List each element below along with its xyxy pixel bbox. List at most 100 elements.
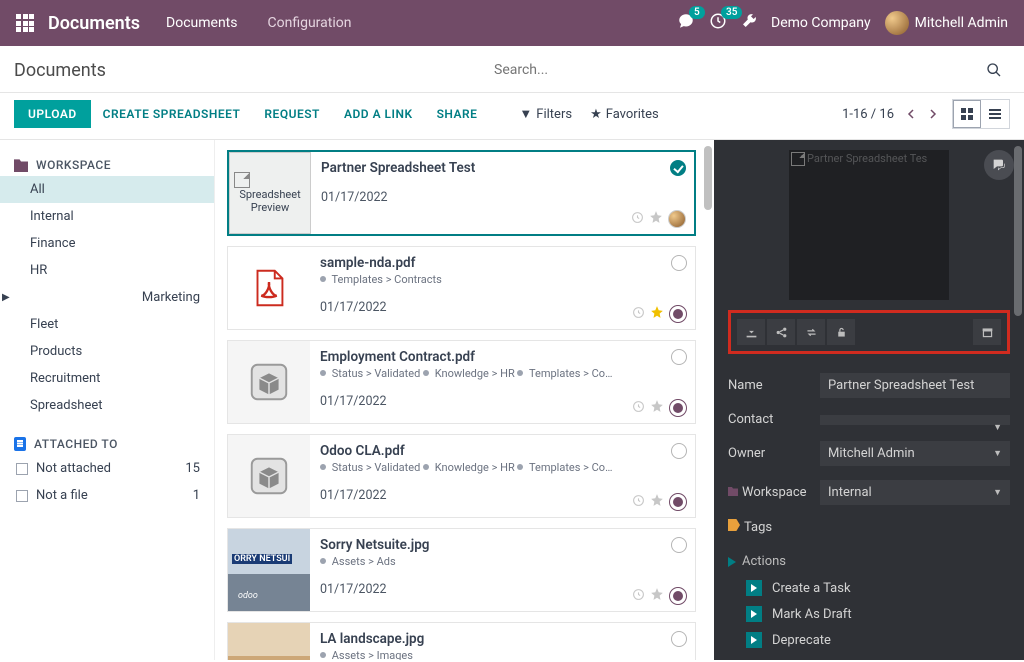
pager: 1-16 / 16 bbox=[842, 107, 938, 122]
checkbox-icon bbox=[16, 463, 28, 475]
sidebar-item-spreadsheet[interactable]: Spreadsheet bbox=[0, 392, 214, 419]
replace-button[interactable] bbox=[797, 319, 825, 345]
select-toggle[interactable] bbox=[671, 443, 687, 459]
search-input[interactable] bbox=[490, 56, 1010, 84]
action-mark-draft[interactable]: Mark As Draft bbox=[728, 601, 1010, 627]
pager-prev[interactable] bbox=[906, 109, 916, 119]
card-date: 01/17/2022 bbox=[320, 582, 615, 597]
document-card[interactable]: odooSorry Netsuite.jpg Assets > Ads01/17… bbox=[227, 528, 696, 612]
share-button[interactable]: SHARE bbox=[425, 100, 490, 128]
document-action-bar bbox=[728, 310, 1010, 354]
document-list: Spreadsheet PreviewPartner Spreadsheet T… bbox=[215, 140, 714, 660]
list-view-button[interactable] bbox=[981, 100, 1009, 128]
card-tags: Status > Validated Knowledge > HR Templa… bbox=[320, 367, 615, 380]
scrollbar[interactable] bbox=[1014, 146, 1022, 316]
select-toggle[interactable] bbox=[671, 631, 687, 647]
share-button[interactable] bbox=[767, 319, 795, 345]
select-toggle[interactable] bbox=[671, 255, 687, 271]
favorite-icon[interactable] bbox=[649, 210, 663, 228]
archive-button[interactable] bbox=[973, 319, 1001, 345]
kanban-view-button[interactable] bbox=[953, 100, 981, 128]
card-date: 01/17/2022 bbox=[320, 394, 615, 409]
add-link-button[interactable]: ADD A LINK bbox=[332, 100, 425, 128]
messages-icon[interactable]: 5 bbox=[677, 12, 695, 34]
page-title: Documents bbox=[14, 60, 106, 81]
select-toggle[interactable] bbox=[671, 349, 687, 365]
debug-icon[interactable] bbox=[741, 13, 757, 33]
card-title: LA landscape.jpg bbox=[320, 631, 615, 647]
sidebar-item-products[interactable]: Products bbox=[0, 338, 214, 365]
document-card[interactable]: sample-nda.pdf Templates > Contracts 01/1… bbox=[227, 246, 696, 330]
sidebar-item-internal[interactable]: Internal bbox=[0, 203, 214, 230]
owner-avatar bbox=[669, 493, 687, 511]
filter-not-a-file[interactable]: Not a file1 bbox=[0, 482, 214, 509]
scrollbar[interactable] bbox=[704, 146, 712, 210]
messages-badge: 5 bbox=[689, 6, 705, 19]
lock-button[interactable] bbox=[827, 319, 855, 345]
detail-panel: Partner Spreadsheet Tes NamePartner Spre… bbox=[714, 140, 1024, 660]
company-name[interactable]: Demo Company bbox=[771, 15, 871, 31]
activity-icon[interactable] bbox=[632, 400, 645, 417]
sidebar-item-recruitment[interactable]: Recruitment bbox=[0, 365, 214, 392]
card-date: 01/17/2022 bbox=[320, 300, 615, 315]
document-preview[interactable]: Partner Spreadsheet Tes bbox=[789, 150, 949, 300]
search-icon[interactable] bbox=[986, 62, 1002, 78]
sidebar-item-fleet[interactable]: Fleet bbox=[0, 311, 214, 338]
owner-field[interactable]: Mitchell Admin bbox=[820, 441, 1010, 466]
contact-label: Contact bbox=[728, 412, 820, 427]
sidebar-item-finance[interactable]: Finance bbox=[0, 230, 214, 257]
document-card[interactable]: Spreadsheet PreviewPartner Spreadsheet T… bbox=[227, 150, 696, 236]
app-brand: Documents bbox=[48, 13, 140, 34]
workspace-heading: WORKSPACE bbox=[0, 154, 214, 176]
download-button[interactable] bbox=[737, 319, 765, 345]
card-tags: Templates > Contracts bbox=[320, 273, 615, 286]
action-create-task[interactable]: Create a Task bbox=[728, 575, 1010, 601]
folder-icon bbox=[14, 158, 28, 172]
nav-documents[interactable]: Documents bbox=[166, 15, 237, 31]
contact-field[interactable] bbox=[820, 415, 1010, 425]
activity-icon[interactable] bbox=[632, 494, 645, 511]
action-deprecate[interactable]: Deprecate bbox=[728, 627, 1010, 653]
name-label: Name bbox=[728, 378, 820, 393]
workspace-label: Workspace bbox=[728, 485, 820, 500]
select-toggle[interactable] bbox=[671, 537, 687, 553]
nav-configuration[interactable]: Configuration bbox=[268, 15, 352, 31]
sidebar-item-marketing[interactable]: ▶Marketing bbox=[0, 284, 214, 311]
workspace-field[interactable]: Internal bbox=[820, 480, 1010, 505]
attached-icon bbox=[14, 437, 26, 451]
favorite-icon[interactable] bbox=[650, 493, 664, 511]
filters-dropdown[interactable]: ▼ Filters bbox=[519, 106, 572, 122]
user-name: Mitchell Admin bbox=[915, 15, 1008, 31]
avatar bbox=[885, 11, 909, 35]
pdf-thumb bbox=[228, 247, 310, 329]
filter-not-attached[interactable]: Not attached15 bbox=[0, 455, 214, 482]
document-card[interactable]: LA landscape.jpg Assets > Images bbox=[227, 622, 696, 660]
card-title: sample-nda.pdf bbox=[320, 255, 615, 271]
chatter-icon[interactable] bbox=[984, 150, 1014, 180]
favorite-icon[interactable] bbox=[650, 305, 664, 323]
activity-icon[interactable] bbox=[631, 211, 644, 228]
favorite-icon[interactable] bbox=[650, 587, 664, 605]
activity-icon[interactable] bbox=[632, 588, 645, 605]
favorite-icon[interactable] bbox=[650, 399, 664, 417]
apps-icon[interactable] bbox=[16, 14, 34, 32]
upload-button[interactable]: UPLOAD bbox=[14, 100, 91, 128]
document-card[interactable]: Odoo CLA.pdf Status > Validated Knowledg… bbox=[227, 434, 696, 518]
card-title: Odoo CLA.pdf bbox=[320, 443, 615, 459]
pager-next[interactable] bbox=[928, 109, 938, 119]
sidebar: WORKSPACE All Internal Finance HR ▶Marke… bbox=[0, 140, 215, 660]
header: Documents bbox=[0, 46, 1024, 93]
activity-icon[interactable] bbox=[632, 306, 645, 323]
document-card[interactable]: Employment Contract.pdf Status > Validat… bbox=[227, 340, 696, 424]
tags-label: Tags bbox=[728, 519, 820, 535]
create-spreadsheet-button[interactable]: CREATE SPREADSHEET bbox=[91, 100, 253, 128]
sidebar-item-all[interactable]: All bbox=[0, 176, 214, 203]
sidebar-item-hr[interactable]: HR bbox=[0, 257, 214, 284]
request-button[interactable]: REQUEST bbox=[252, 100, 332, 128]
favorites-dropdown[interactable]: ★ Favorites bbox=[590, 106, 659, 122]
activities-icon[interactable]: 35 bbox=[709, 12, 727, 34]
select-toggle[interactable] bbox=[670, 160, 686, 176]
user-menu[interactable]: Mitchell Admin bbox=[885, 11, 1008, 35]
card-date: 01/17/2022 bbox=[320, 488, 615, 503]
name-field[interactable]: Partner Spreadsheet Test bbox=[820, 373, 1010, 398]
